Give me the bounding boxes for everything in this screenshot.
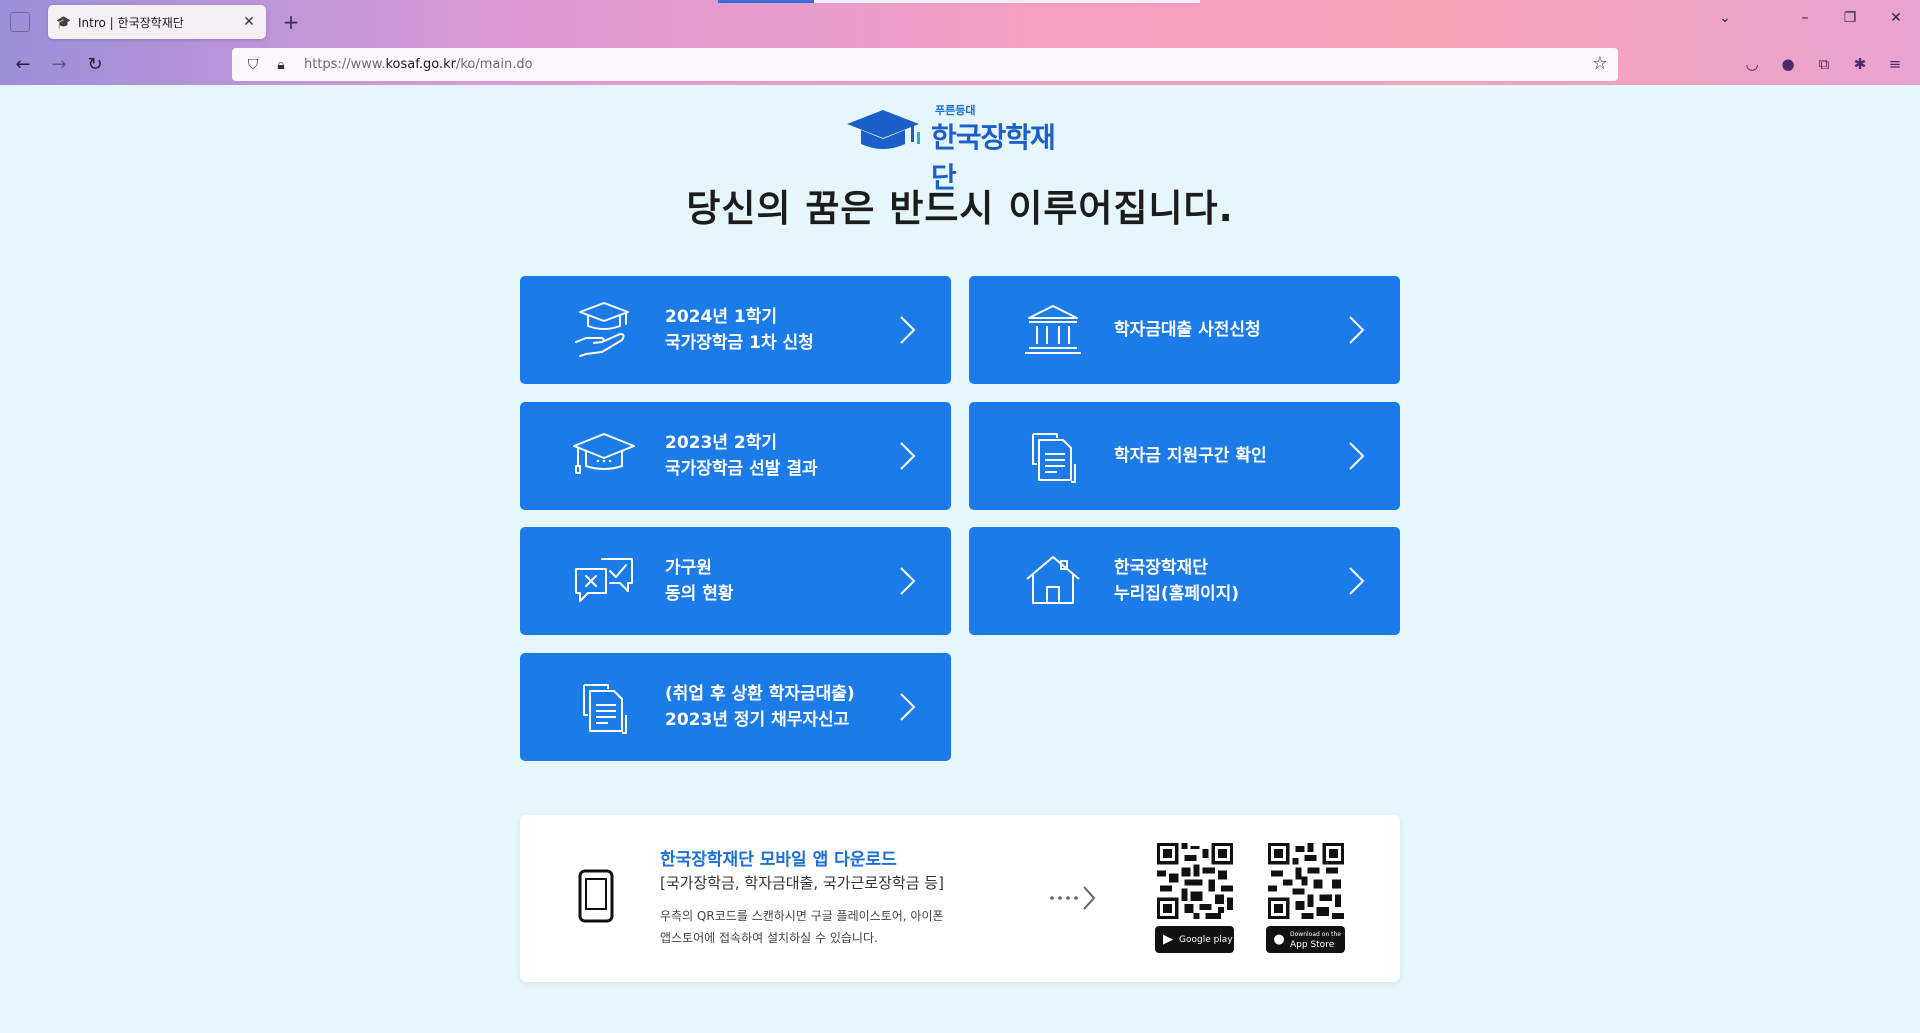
google-play-qr-code[interactable] xyxy=(1157,843,1233,919)
card-line: 2023년 2학기 xyxy=(665,433,777,453)
menu-icon[interactable]: ≡ xyxy=(1884,53,1906,75)
app-download-box: 한국장학재단 모바일 앱 다운로드 [국가장학금, 학자금대출, 국가근로장학금… xyxy=(520,815,1400,982)
logo-cap-icon xyxy=(847,110,920,149)
card-line: 2024년 1학기 xyxy=(665,307,777,327)
description-line: 앱스토어에 접속하여 설치하실 수 있습니다. xyxy=(660,931,878,945)
page-headline: 당신의 꿈은 반드시 이루어집니다. xyxy=(686,187,1234,230)
card-line: 국가장학금 1차 신청 xyxy=(665,333,814,353)
description-line: 우측의 QR코드를 스캔하시면 구글 플레이스토어, 아이폰 xyxy=(660,909,944,923)
card-line: 국가장학금 선발 결과 xyxy=(665,459,818,479)
google-play-badge-text: Google play xyxy=(1179,934,1233,945)
lock-icon[interactable]: 🔒︎ xyxy=(270,54,292,76)
card-scholarship-result[interactable]: 2023년 2학기 국가장학금 선발 결과 xyxy=(520,402,951,510)
google-play-badge[interactable]: ▶ Google play xyxy=(1155,926,1234,953)
documents-icon xyxy=(1032,433,1076,483)
favicon-icon: 🎓 xyxy=(56,15,71,29)
reload-icon[interactable]: ↻ xyxy=(82,52,108,78)
account-icon[interactable]: ● xyxy=(1777,53,1799,75)
active-tab[interactable]: 🎓 Intro | 한국장학재단 ✕ xyxy=(48,5,266,39)
app-store-qr-code[interactable] xyxy=(1268,843,1344,919)
bank-building-icon xyxy=(1025,305,1081,354)
tab-bar: 🎓 Intro | 한국장학재단 ✕ + ⌄ – ❐ ✕ xyxy=(0,0,1920,44)
chevron-right-icon xyxy=(900,693,916,721)
card-loan-pre-apply[interactable]: 학자금대출 사전신청 xyxy=(969,276,1400,384)
mobile-phone-icon xyxy=(578,869,614,923)
loading-track xyxy=(814,0,1200,3)
home-icon xyxy=(1026,556,1080,604)
back-icon[interactable]: ← xyxy=(10,52,36,78)
url-path: /ko/main.do xyxy=(455,57,533,72)
graduation-hand-icon xyxy=(575,302,629,357)
kosaf-logo[interactable]: 푸른등대 한국장학재단 xyxy=(845,100,1075,194)
extensions-icon[interactable]: ⧉ xyxy=(1813,53,1835,75)
card-line: 2023년 정기 채무자신고 xyxy=(665,710,850,730)
new-tab-button[interactable]: + xyxy=(279,10,303,34)
chevron-right-icon xyxy=(1349,442,1365,470)
chevron-right-icon xyxy=(1349,567,1365,595)
browser-chrome: 🎓 Intro | 한국장학재단 ✕ + ⌄ – ❐ ✕ ← → ↻ ⛉ 🔒︎ … xyxy=(0,0,1920,85)
restore-icon[interactable]: ❐ xyxy=(1838,10,1862,26)
card-line: 누리집(홈페이지) xyxy=(1114,584,1240,604)
loading-progress xyxy=(718,0,814,3)
tab-overview-icon[interactable] xyxy=(10,12,30,32)
app-store-badge[interactable]: ● Download on the App Store xyxy=(1266,926,1345,953)
pocket-icon[interactable]: ◡ xyxy=(1741,53,1763,75)
card-homepage[interactable]: 한국장학재단 누리집(홈페이지) xyxy=(969,527,1400,635)
card-line: 학자금대출 사전신청 xyxy=(1114,320,1261,340)
minimize-icon[interactable]: – xyxy=(1793,10,1817,26)
url-bar[interactable]: ⛉ 🔒︎ https://www.kosaf.go.kr/ko/main.do … xyxy=(232,48,1618,81)
close-window-icon[interactable]: ✕ xyxy=(1884,10,1908,26)
card-national-scholarship-apply[interactable]: 2024년 1학기 국가장학금 1차 신청 xyxy=(520,276,951,384)
chevron-right-icon xyxy=(900,316,916,344)
card-household-consent[interactable]: 가구원 동의 현황 xyxy=(520,527,951,635)
app-download-description: 우측의 QR코드를 스캔하시면 구글 플레이스토어, 아이폰 앱스토어에 접속하… xyxy=(660,905,1040,949)
app-store-badge-main: App Store xyxy=(1290,939,1335,950)
app-download-subtitle: [국가장학금, 학자금대출, 국가근로장학금 등] xyxy=(660,874,944,892)
card-line: 가구원 xyxy=(665,558,712,578)
apple-icon: ● xyxy=(1273,932,1285,947)
app-store-badge-text: Download on the App Store xyxy=(1290,930,1341,950)
card-line: 학자금 지원구간 확인 xyxy=(1114,446,1267,466)
tab-close-icon[interactable]: ✕ xyxy=(240,14,258,30)
card-line: 한국장학재단 xyxy=(1114,558,1208,578)
tab-title: Intro | 한국장학재단 xyxy=(78,15,184,30)
tab-list-icon[interactable]: ⌄ xyxy=(1713,10,1737,26)
app-store-badge-top: Download on the xyxy=(1290,930,1341,938)
chevron-right-icon xyxy=(900,442,916,470)
chevron-right-icon xyxy=(900,567,916,595)
shield-icon[interactable]: ⛉ xyxy=(242,54,264,76)
url-text[interactable]: https://www.kosaf.go.kr/ko/main.do xyxy=(304,57,533,72)
consent-chat-icon xyxy=(575,558,633,602)
graduation-cap-icon xyxy=(573,433,635,474)
extension-badge-icon[interactable]: ✱ xyxy=(1849,53,1871,75)
bookmark-star-icon[interactable]: ☆ xyxy=(1592,53,1608,74)
card-support-bracket-check[interactable]: 학자금 지원구간 확인 xyxy=(969,402,1400,510)
forward-icon[interactable]: → xyxy=(46,52,72,78)
url-prefix: https://www. xyxy=(304,57,386,72)
dots-arrow-icon xyxy=(1050,886,1096,910)
url-domain: kosaf.go.kr xyxy=(385,57,456,72)
app-download-title: 한국장학재단 모바일 앱 다운로드 xyxy=(660,850,897,870)
card-line: 동의 현황 xyxy=(665,584,734,604)
card-line: (취업 후 상환 학자금대출) xyxy=(665,684,855,704)
google-play-icon: ▶ xyxy=(1163,932,1173,947)
documents-icon xyxy=(583,684,627,734)
nav-bar: ← → ↻ ⛉ 🔒︎ https://www.kosaf.go.kr/ko/ma… xyxy=(0,44,1920,85)
card-debtor-report[interactable]: (취업 후 상환 학자금대출) 2023년 정기 채무자신고 xyxy=(520,653,951,761)
chevron-right-icon xyxy=(1349,316,1365,344)
